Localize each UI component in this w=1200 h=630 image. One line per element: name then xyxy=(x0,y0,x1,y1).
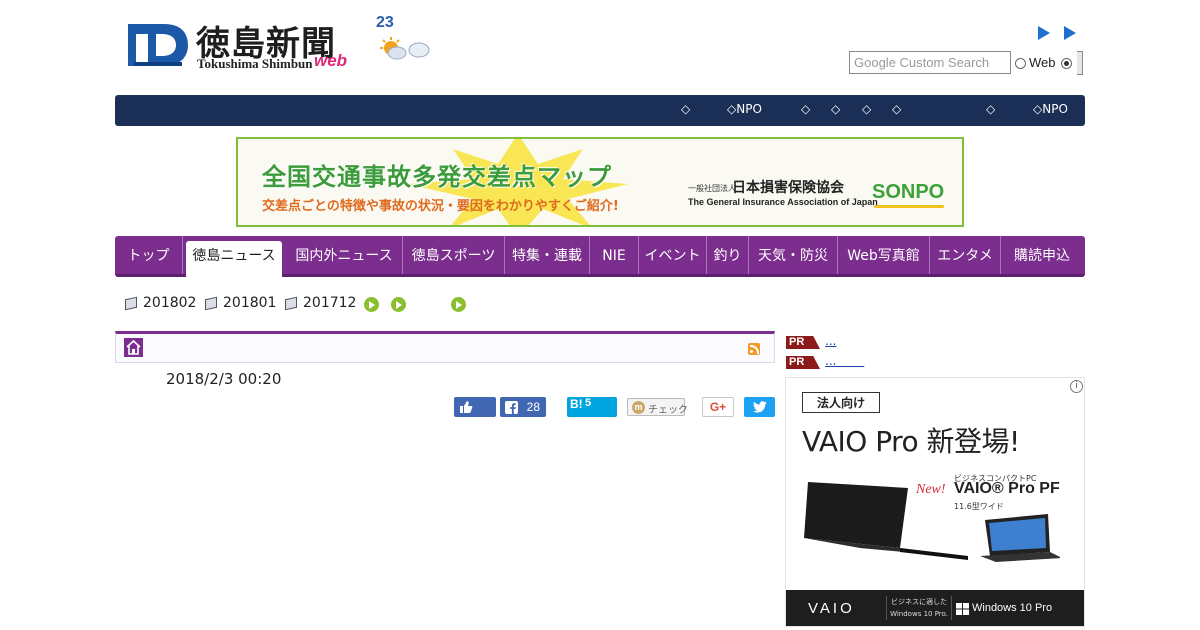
banner-subline: 交差点ごとの特徴や事故の状況・要因をわかりやすくご紹介! xyxy=(262,199,619,214)
tab-entertainment[interactable]: エンタメ xyxy=(930,236,1001,274)
banner-org-english: The General Insurance Association of Jap… xyxy=(688,197,878,207)
logo-subtitle: Tokushima Shimbun xyxy=(197,56,313,71)
tab-domestic-world-news[interactable]: 国内外ニュース xyxy=(286,236,403,274)
tab-nie[interactable]: NIE xyxy=(590,236,639,274)
weather-widget[interactable]: 23 xyxy=(375,14,435,64)
ad-info-icon[interactable]: i xyxy=(1070,380,1083,393)
ad-size-label: 11.6型ワイド xyxy=(954,502,1004,511)
pr-tag: PR xyxy=(786,356,820,369)
ad-suits-text: ビジネスに適した Windows 10 Pro. xyxy=(886,596,952,620)
tab-events[interactable]: イベント xyxy=(639,236,707,274)
hatena-count: 5 xyxy=(585,397,592,409)
brand-underline xyxy=(874,205,944,208)
tab-web-photo[interactable]: Web写真館 xyxy=(838,236,930,274)
top-nav-item-npo[interactable]: ◇NPO xyxy=(1033,102,1068,116)
top-nav-item-npo[interactable]: ◇NPO xyxy=(727,102,762,116)
ad-banner-traffic-map[interactable]: 全国交通事故多発交差点マップ 交差点ごとの特徴や事故の状況・要因をわかりやすくご… xyxy=(236,137,964,227)
twitter-button[interactable] xyxy=(744,397,775,417)
tab-subscribe[interactable]: 購読申込 xyxy=(1001,236,1083,274)
top-nav-item[interactable]: ◇ xyxy=(986,102,995,116)
search-input[interactable] xyxy=(849,51,1011,74)
hatena-bookmark-button[interactable]: B! 5 xyxy=(567,397,617,417)
top-nav-item[interactable]: ◇ xyxy=(862,102,871,116)
top-nav-item[interactable]: ◇ xyxy=(681,102,690,116)
pr-link[interactable]: PR ... xyxy=(786,354,886,370)
arrow-circle-icon[interactable] xyxy=(451,297,466,312)
banner-org-name: 日本損害保険協会 xyxy=(732,180,844,196)
document-icon xyxy=(285,296,297,311)
ad-windows-label: Windows 10 Pro xyxy=(972,602,1053,614)
top-navigation-bar: ◇ ◇NPO ◇ ◇ ◇ ◇ ◇ ◇NPO xyxy=(115,95,1085,126)
radio-icon xyxy=(1015,58,1026,69)
site-search: Web xyxy=(849,51,1083,75)
archive-link[interactable]: 201802 xyxy=(125,295,196,311)
archive-month-label: 201712 xyxy=(303,295,357,311)
banner-brand: SONPO xyxy=(872,181,945,203)
pr-link-text[interactable]: ... xyxy=(825,354,864,368)
archive-month-label: 201802 xyxy=(143,295,197,311)
facebook-share-count: 28 xyxy=(526,400,540,414)
archive-month-links: 201802 201801 201712 xyxy=(125,295,485,315)
td-logo-icon xyxy=(128,24,188,66)
mixi-icon: m xyxy=(632,401,645,414)
tab-tokushima-news[interactable]: 徳島ニュース xyxy=(186,241,282,277)
tab-tokushima-sports[interactable]: 徳島スポーツ xyxy=(403,236,505,274)
ad-footer: VAIO ビジネスに適した Windows 10 Pro. Windows 10… xyxy=(786,590,1084,626)
windows-logo-icon xyxy=(956,603,969,615)
ad-headline: VAIO Pro 新登場! xyxy=(802,425,1020,458)
pr-link[interactable]: PR ... xyxy=(786,334,886,350)
mixi-check-label: チェック xyxy=(648,405,688,416)
search-option-site-radio[interactable] xyxy=(1061,58,1072,69)
play-arrow-icon[interactable] xyxy=(1038,26,1050,40)
document-icon xyxy=(205,296,217,311)
ad-model-name: VAIO® Pro PF xyxy=(954,480,1060,497)
site-logo[interactable]: 徳島新聞 Tokushima Shimbun web xyxy=(126,18,356,74)
tab-top[interactable]: トップ xyxy=(115,236,183,274)
arrow-circle-icon[interactable] xyxy=(391,297,406,312)
tab-features[interactable]: 特集・連載 xyxy=(505,236,590,274)
archive-month-label: 201801 xyxy=(223,295,277,311)
main-navigation-tabs: トップ 徳島ニュース 国内外ニュース 徳島スポーツ 特集・連載 NIE イベント… xyxy=(115,236,1085,277)
archive-link[interactable]: 201712 xyxy=(285,295,356,311)
facebook-share-button[interactable]: 28 xyxy=(500,397,546,417)
logo-web-label: web xyxy=(314,51,348,70)
pr-link-label: ... xyxy=(825,354,841,368)
sidebar-ad-vaio[interactable]: i 法人向け VAIO Pro 新登場! ビジネスコンパクトPC New! VA… xyxy=(785,377,1085,627)
banner-org-prefix: 一般社団法人 xyxy=(688,184,736,193)
twitter-bird-icon xyxy=(753,401,767,413)
top-nav-item[interactable]: ◇ xyxy=(831,102,840,116)
document-icon xyxy=(125,296,137,311)
sun-cloud-icon xyxy=(380,37,430,60)
pr-tag: PR xyxy=(786,336,820,349)
facebook-icon xyxy=(505,401,518,414)
hatena-icon: B! xyxy=(570,397,583,411)
rss-icon[interactable] xyxy=(748,343,760,355)
facebook-like-button[interactable] xyxy=(454,397,496,417)
archive-link[interactable]: 201801 xyxy=(205,295,276,311)
top-nav-item[interactable]: ◇ xyxy=(892,102,901,116)
pr-link-text[interactable]: ... xyxy=(825,334,836,348)
home-icon[interactable] xyxy=(124,338,143,357)
tab-fishing[interactable]: 釣り xyxy=(707,236,749,274)
top-nav-item[interactable]: ◇ xyxy=(801,102,810,116)
weather-temperature: 23 xyxy=(376,14,394,31)
search-button[interactable] xyxy=(1077,51,1083,75)
arrow-circle-icon[interactable] xyxy=(364,297,379,312)
play-arrow-icon[interactable] xyxy=(1064,26,1076,40)
ad-new-label: New! xyxy=(916,482,946,497)
home-glyph xyxy=(126,339,141,355)
banner-headline: 全国交通事故多発交差点マップ xyxy=(262,163,612,191)
article-header-bar xyxy=(115,331,775,363)
search-option-web[interactable]: Web xyxy=(1015,55,1056,70)
ad-badge: 法人向け xyxy=(802,392,881,413)
google-plus-button[interactable]: G+ xyxy=(702,397,734,417)
thumbs-up-icon xyxy=(460,401,473,413)
article-date: 2018/2/3 00:20 xyxy=(166,370,282,388)
ad-brand: VAIO xyxy=(808,600,855,617)
mixi-check-button[interactable]: m チェック xyxy=(627,398,688,416)
tab-weather-disaster[interactable]: 天気・防災 xyxy=(749,236,838,274)
search-option-web-label: Web xyxy=(1029,55,1056,70)
